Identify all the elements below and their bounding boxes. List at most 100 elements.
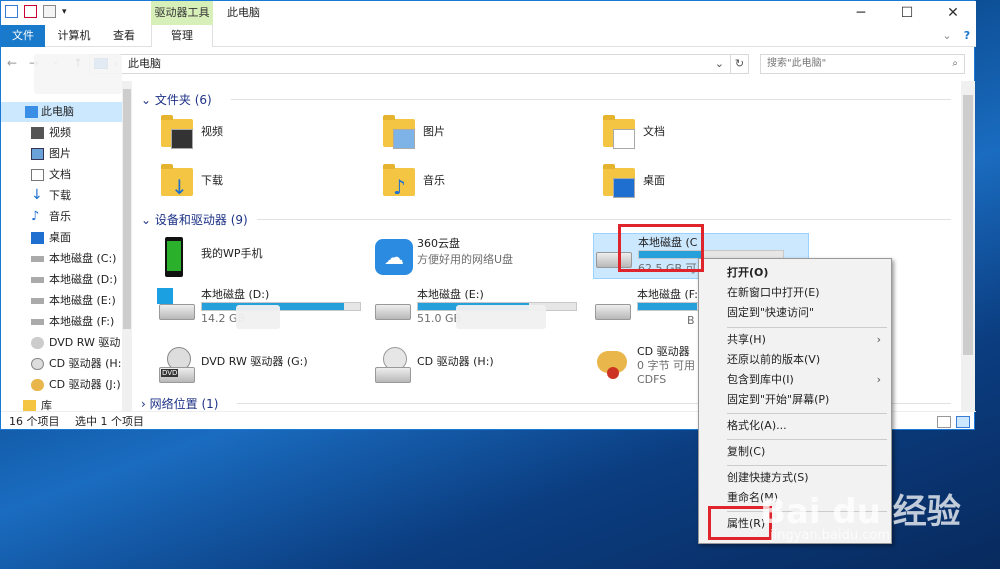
sidebar-item-desktop[interactable]: 桌面 xyxy=(1,228,131,248)
folder-videos[interactable]: 视频 xyxy=(157,113,357,159)
menu-restore-versions[interactable]: 还原以前的版本(V) xyxy=(727,350,887,370)
cd-icon xyxy=(31,358,44,370)
menu-separator xyxy=(727,327,887,328)
dvd-icon xyxy=(31,337,44,349)
menu-share[interactable]: 共享(H) › xyxy=(727,330,887,350)
back-button[interactable]: ← xyxy=(7,56,17,70)
minimize-button[interactable]: ─ xyxy=(838,1,884,25)
path-segment-this-pc[interactable]: 此电脑 xyxy=(128,57,161,70)
sidebar-item-pictures[interactable]: 图片 xyxy=(1,144,131,164)
sidebar-item-drive-f[interactable]: 本地磁盘 (F:) xyxy=(1,312,131,332)
computer-icon xyxy=(25,106,38,118)
close-button[interactable]: ✕ xyxy=(930,1,976,25)
address-history-icon[interactable]: ⌄ xyxy=(715,55,724,73)
drive-dvd-g[interactable]: DVD DVD RW 驱动器 (G:) xyxy=(157,343,367,389)
sidebar-item-documents[interactable]: 文档 xyxy=(1,165,131,185)
menu-copy[interactable]: 复制(C) xyxy=(727,442,887,462)
content-scroll-thumb[interactable] xyxy=(963,95,973,355)
content-scrollbar[interactable] xyxy=(961,81,975,411)
library-icon xyxy=(23,400,36,411)
sidebar-item-cd-j[interactable]: CD 驱动器 (J:) xyxy=(1,375,131,395)
maximize-button[interactable]: ☐ xyxy=(884,1,930,25)
search-input[interactable]: 搜索"此电脑" ⌕ xyxy=(760,54,965,74)
folder-desktop[interactable]: 桌面 xyxy=(599,162,799,208)
cd-drive-icon xyxy=(373,345,413,385)
menu-format[interactable]: 格式化(A)... xyxy=(727,416,887,436)
dvd-drive-icon: DVD xyxy=(157,345,197,385)
group-folders[interactable]: ⌄ 文件夹 (6) xyxy=(141,91,212,108)
menu-separator xyxy=(727,465,887,466)
sidebar-item-downloads[interactable]: ↓ 下载 xyxy=(1,186,131,206)
submenu-arrow-icon: › xyxy=(876,373,881,386)
download-icon: ↓ xyxy=(31,187,43,203)
menu-open[interactable]: 打开(O) xyxy=(727,263,887,283)
group-chevron-icon: ⌄ xyxy=(141,93,152,107)
sidebar-item-dvd[interactable]: DVD RW 驱动 xyxy=(1,333,131,353)
drive-icon xyxy=(593,288,633,328)
sidebar-item-this-pc[interactable]: 此电脑 xyxy=(1,102,131,122)
navigation-scroll-thumb[interactable] xyxy=(123,89,131,329)
quick-access-toolbar: ▾ xyxy=(5,5,67,18)
folder-documents[interactable]: 文档 xyxy=(599,113,799,159)
item-count: 16 个项目 xyxy=(9,415,60,428)
menu-include-library[interactable]: 包含到库中(I) › xyxy=(727,370,887,390)
menu-open-new-window[interactable]: 在新窗口中打开(E) xyxy=(727,283,887,303)
ribbon-collapse-icon[interactable]: ⌄ xyxy=(939,25,955,47)
phone-icon xyxy=(157,237,197,277)
sidebar-item-drive-c[interactable]: 本地磁盘 (C:) xyxy=(1,249,131,269)
large-icons-view-icon[interactable] xyxy=(956,416,970,428)
blurred-region xyxy=(456,305,546,329)
folder-music[interactable]: ♪ 音乐 xyxy=(379,162,579,208)
window-title: 此电脑 xyxy=(227,6,260,19)
drive-icon xyxy=(373,288,413,328)
new-folder-icon[interactable] xyxy=(43,5,56,18)
checklist-icon[interactable] xyxy=(24,5,37,18)
device-360-cloud[interactable]: ☁ 360云盘 方便好用的网络U盘 xyxy=(373,235,583,281)
sidebar-item-drive-d[interactable]: 本地磁盘 (D:) xyxy=(1,270,131,290)
desktop-folder-icon xyxy=(599,164,639,204)
help-icon[interactable]: ? xyxy=(959,25,975,47)
address-box[interactable]: › 此电脑 ⌄ xyxy=(89,54,731,74)
selection-count: 选中 1 个项目 xyxy=(75,415,144,428)
cd-bee-icon xyxy=(593,345,633,385)
sidebar-item-videos[interactable]: 视频 xyxy=(1,123,131,143)
drive-icon xyxy=(31,277,44,283)
drive-icon xyxy=(31,298,44,304)
qat-dropdown-icon[interactable]: ▾ xyxy=(62,7,67,17)
tab-computer[interactable]: 计算机 xyxy=(49,25,99,47)
navigation-scrollbar[interactable] xyxy=(122,81,132,411)
blurred-region xyxy=(236,305,280,329)
document-folder-icon xyxy=(599,115,639,155)
details-view-icon[interactable] xyxy=(937,416,951,428)
music-icon: ♪ xyxy=(31,209,40,224)
menu-pin-start[interactable]: 固定到"开始"屏幕(P) xyxy=(727,390,887,410)
group-chevron-icon: ⌄ xyxy=(141,213,152,227)
drive-d-usage-bar xyxy=(201,302,361,311)
video-icon xyxy=(31,127,44,139)
baidu-watermark: Bai du 经验 xyxy=(760,492,961,532)
properties-icon[interactable] xyxy=(5,5,18,18)
tab-manage[interactable]: 管理 xyxy=(151,25,213,47)
group-divider xyxy=(231,99,951,100)
group-devices[interactable]: ⌄ 设备和驱动器 (9) xyxy=(141,211,248,228)
tab-view[interactable]: 查看 xyxy=(101,25,147,47)
ribbon-tabs: 文件 计算机 查看 管理 ⌄ ? xyxy=(1,25,976,47)
sidebar-item-music[interactable]: ♪ 音乐 xyxy=(1,207,131,227)
group-divider xyxy=(257,219,951,220)
sidebar-item-library[interactable]: 库 xyxy=(1,396,131,411)
folder-downloads[interactable]: ↓ 下载 xyxy=(157,162,357,208)
tab-file[interactable]: 文件 xyxy=(1,25,45,47)
search-icon: ⌕ xyxy=(952,58,958,69)
address-bar-row: ← → ⌄ ↑ › 此电脑 ⌄ ↻ 搜索"此电脑" ⌕ xyxy=(1,53,976,75)
refresh-button[interactable]: ↻ xyxy=(731,54,749,74)
sidebar-item-drive-e[interactable]: 本地磁盘 (E:) xyxy=(1,291,131,311)
download-folder-icon: ↓ xyxy=(157,164,197,204)
device-wp-phone[interactable]: 我的WP手机 xyxy=(157,235,367,281)
menu-pin-quick-access[interactable]: 固定到"快速访问" xyxy=(727,303,887,323)
folder-pictures[interactable]: 图片 xyxy=(379,113,579,159)
baidu-watermark-url: jingyan.baidu.com xyxy=(770,528,890,543)
video-folder-icon xyxy=(157,115,197,155)
drive-cd-h[interactable]: CD 驱动器 (H:) xyxy=(373,343,583,389)
sidebar-item-cd-h[interactable]: CD 驱动器 (H: xyxy=(1,354,131,374)
group-network[interactable]: › 网络位置 (1) xyxy=(141,395,218,412)
